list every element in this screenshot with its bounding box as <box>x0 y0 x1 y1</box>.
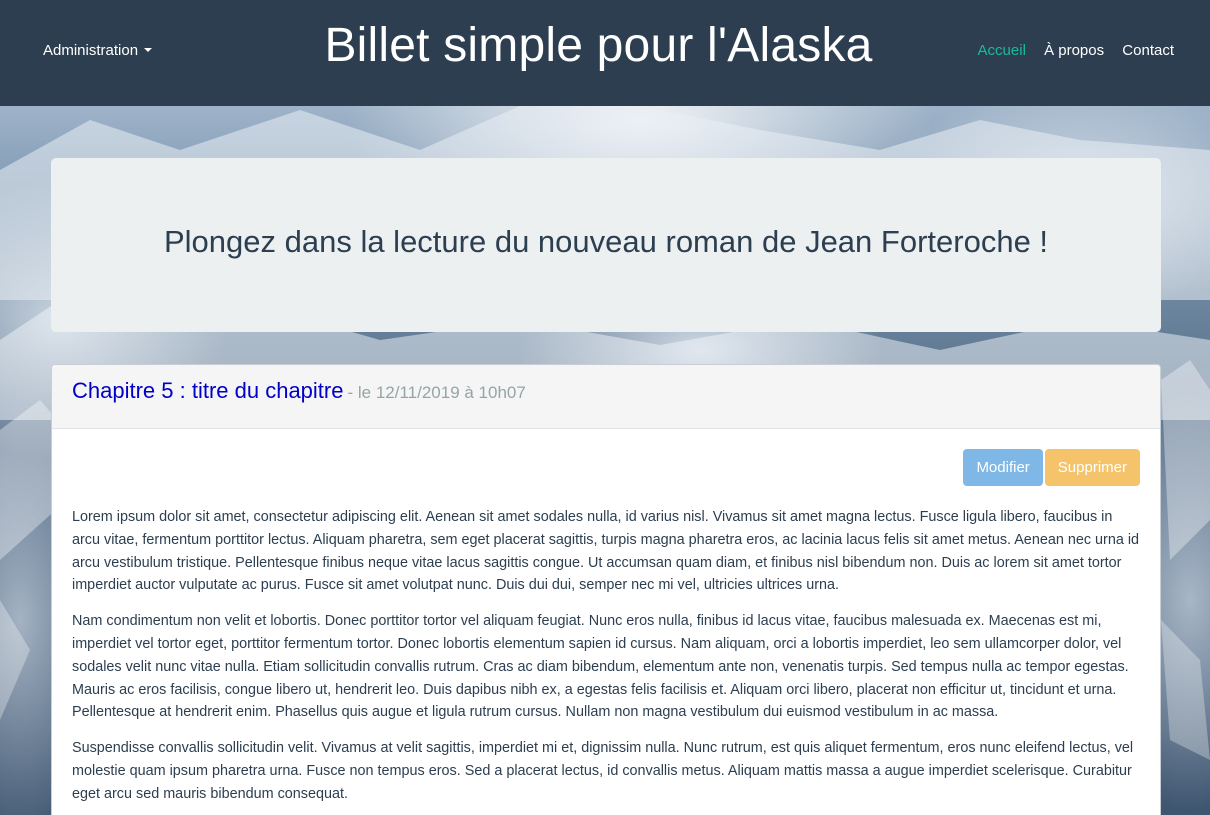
nav-link-a-propos[interactable]: À propos <box>1044 42 1104 59</box>
chapter-title-link[interactable]: Chapitre 5 : titre du chapitre <box>72 378 343 403</box>
nav-link-contact[interactable]: Contact <box>1122 42 1174 59</box>
edit-button[interactable]: Modifier <box>963 449 1043 486</box>
nav-link-accueil[interactable]: Accueil <box>978 42 1026 59</box>
hero-jumbotron: Plongez dans la lecture du nouveau roman… <box>51 158 1161 332</box>
top-navbar: Administration Billet simple pour l'Alas… <box>0 0 1210 106</box>
hero-headline: Plongez dans la lecture du nouveau roman… <box>163 224 1049 259</box>
chapter-date: - le 12/11/2019 à 10h07 <box>347 383 526 402</box>
chapter-paragraph: Lorem ipsum dolor sit amet, consectetur … <box>72 509 1140 594</box>
chapter-header: Chapitre 5 : titre du chapitre - le 12/11… <box>52 365 1160 429</box>
chapter-actions: Modifier Supprimer <box>72 449 1140 486</box>
chapter-body: Modifier Supprimer Lorem ipsum dolor sit … <box>52 429 1160 806</box>
chapter-paragraph: Nam condimentum non velit et lobortis. D… <box>72 613 1129 721</box>
chapter-paragraph: Suspendisse convallis sollicitudin velit… <box>72 740 1134 802</box>
nav-links: Accueil À propos Contact <box>964 42 1174 59</box>
chapter-card: Chapitre 5 : titre du chapitre - le 12/11… <box>51 364 1161 815</box>
delete-button[interactable]: Supprimer <box>1044 449 1140 486</box>
